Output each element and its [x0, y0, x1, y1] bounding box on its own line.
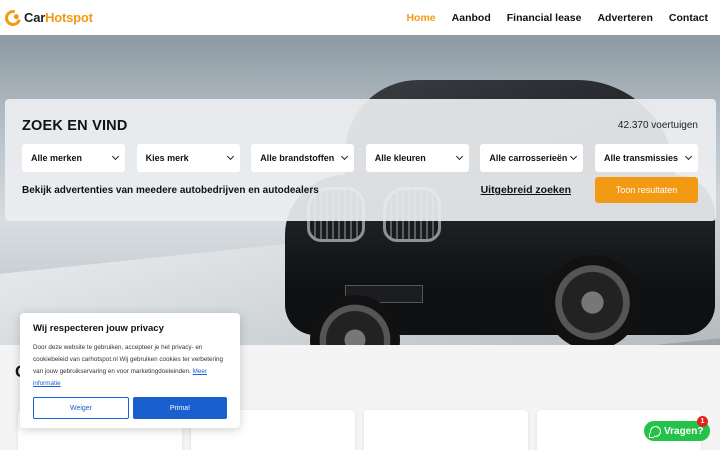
chevron-down-icon — [455, 152, 463, 161]
listing-card[interactable] — [364, 410, 528, 450]
notification-badge: 1 — [697, 416, 708, 427]
filter-brand[interactable]: Alle merken — [22, 144, 125, 172]
whatsapp-chat-button[interactable]: Vragen? 1 — [644, 416, 710, 441]
filter-row: Alle merken Kies merk Alle brandstoffen … — [22, 144, 698, 172]
filter-body[interactable]: Alle carrosserieën — [480, 144, 584, 172]
search-panel: ZOEK EN VIND 42.370 voertuigen Alle merk… — [5, 99, 716, 221]
accept-button[interactable]: Prima! — [133, 397, 227, 419]
chevron-down-icon — [111, 152, 120, 161]
decline-button[interactable]: Weiger — [33, 397, 129, 419]
show-results-button[interactable]: Toon resultaten — [595, 177, 698, 203]
site-header: CarHotspot Home Aanbod Financial lease A… — [0, 0, 720, 35]
filter-transmission[interactable]: Alle transmissies — [594, 144, 698, 172]
filter-color[interactable]: Alle kleuren — [365, 144, 469, 172]
logo-mark-icon — [2, 6, 24, 29]
nav-financial-lease[interactable]: Financial lease — [507, 12, 582, 24]
filter-fuel[interactable]: Alle brandstoffen — [251, 144, 355, 172]
search-actions: Bekijk advertenties van meedere autobedr… — [22, 177, 698, 203]
search-title: ZOEK EN VIND — [22, 118, 128, 134]
logo[interactable]: CarHotspot — [2, 6, 93, 29]
main-nav: Home Aanbod Financial lease Adverteren C… — [406, 12, 708, 24]
search-tagline: Bekijk advertenties van meedere autobedr… — [22, 184, 319, 196]
chevron-down-icon — [341, 152, 349, 161]
filter-model[interactable]: Kies merk — [136, 144, 240, 172]
chevron-down-icon — [226, 152, 234, 161]
chevron-down-icon — [684, 152, 693, 161]
whatsapp-icon — [649, 425, 661, 438]
nav-aanbod[interactable]: Aanbod — [452, 12, 491, 24]
logo-text: CarHotspot — [24, 10, 93, 25]
chat-label: Vragen? — [664, 425, 704, 437]
cookie-title: Wij respecteren jouw privacy — [33, 323, 164, 334]
nav-contact[interactable]: Contact — [669, 12, 708, 24]
cookie-text: Door deze website te gebruiken, acceptee… — [33, 344, 224, 387]
chevron-down-icon — [570, 152, 578, 161]
nav-home[interactable]: Home — [406, 12, 435, 24]
vehicle-count: 42.370 voertuigen — [617, 120, 698, 131]
cookie-consent-dialog: Wij respecteren jouw privacy Door deze w… — [20, 313, 240, 428]
nav-adverteren[interactable]: Adverteren — [597, 12, 652, 24]
cookie-buttons: Weiger Prima! — [33, 397, 227, 419]
advanced-search-link[interactable]: Uitgebreid zoeken — [481, 184, 571, 196]
